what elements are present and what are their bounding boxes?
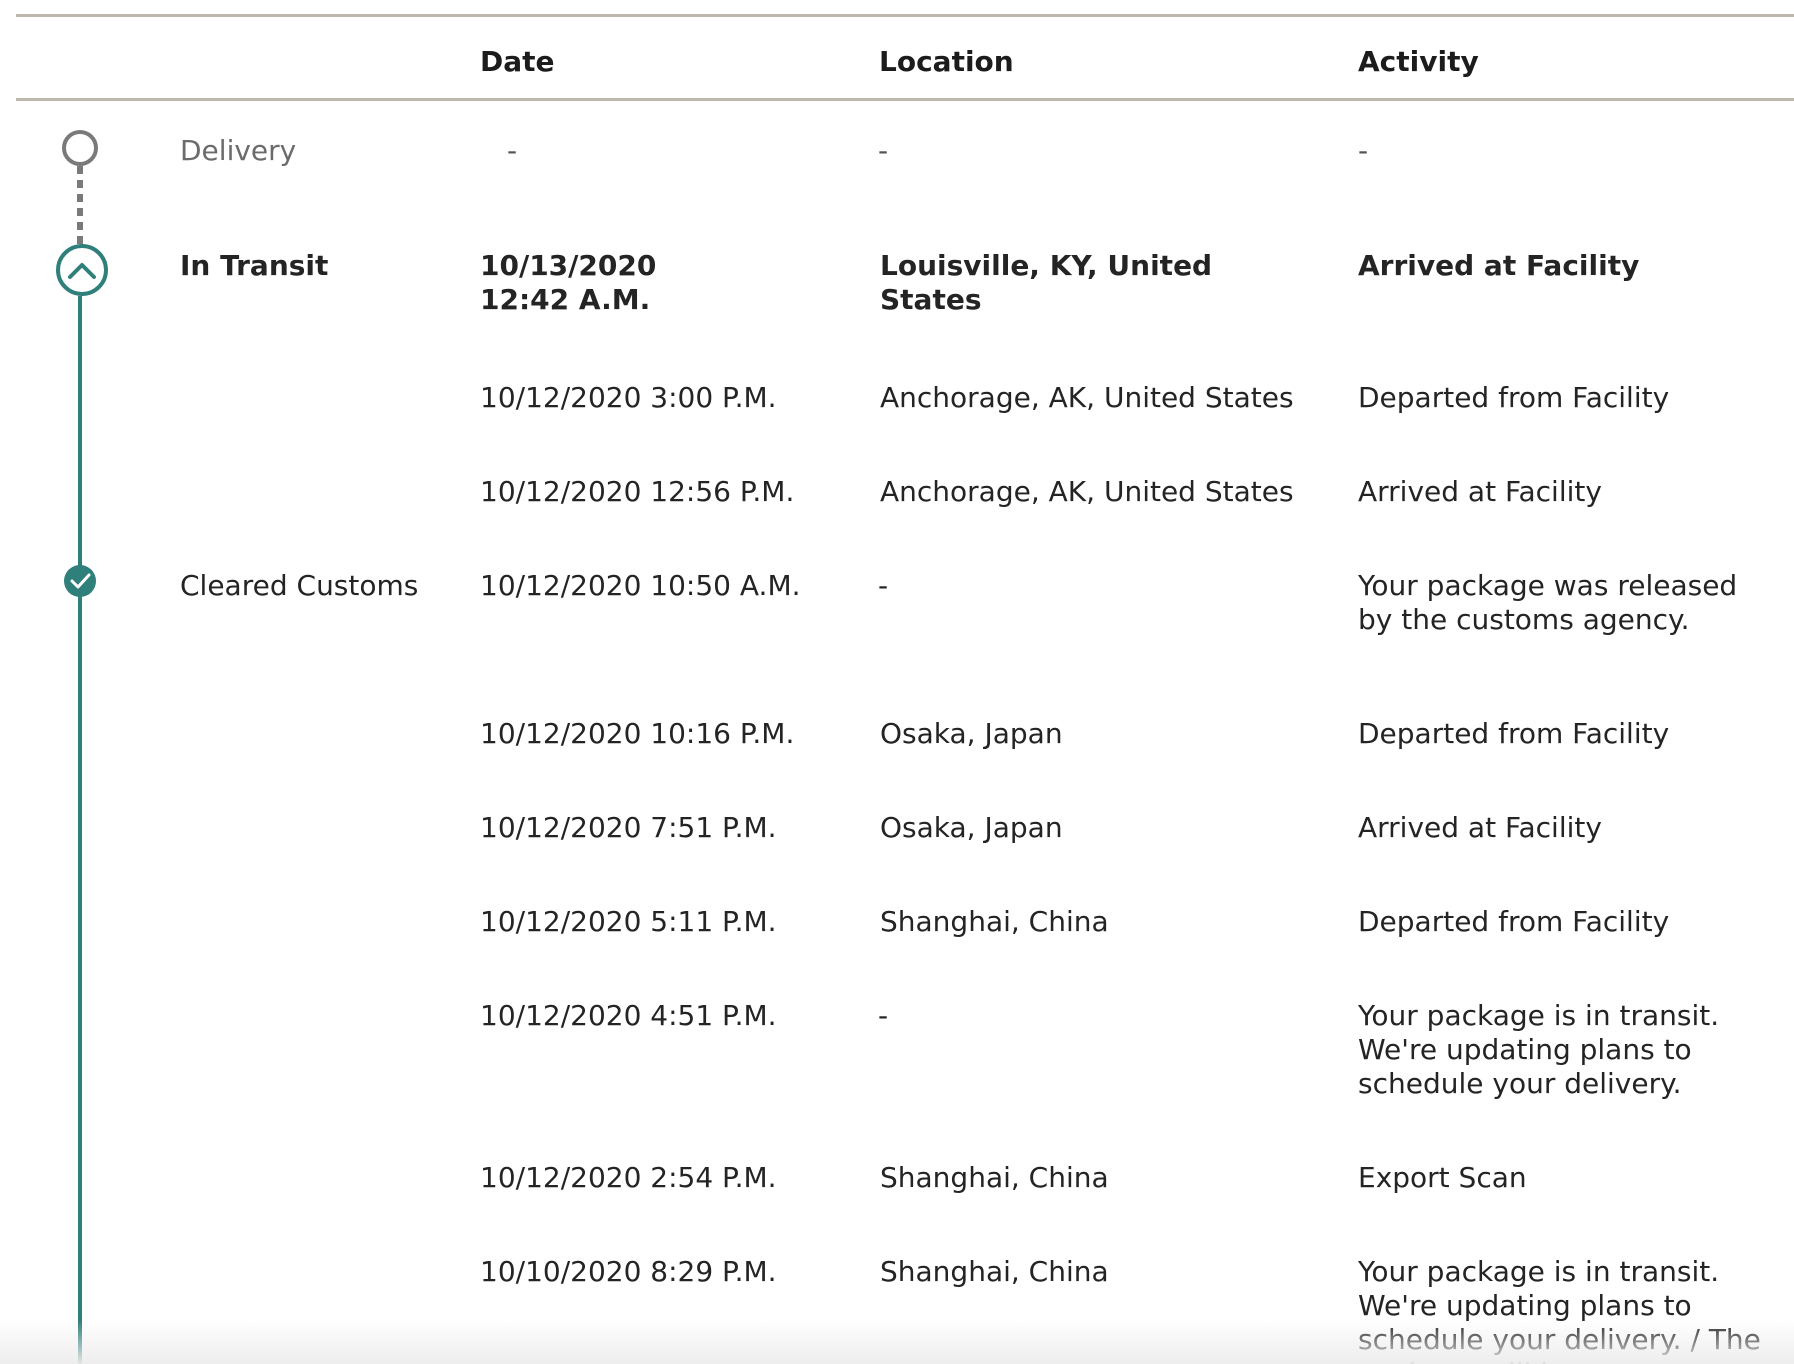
tracking-history-panel: Date Location Activity Delivery - - - In… xyxy=(0,0,1794,1364)
activity-column-header: Activity xyxy=(1358,45,1479,78)
event-location: Shanghai, China xyxy=(880,1161,1109,1194)
event-date: - xyxy=(507,134,518,167)
chevron-up-icon[interactable] xyxy=(56,244,108,296)
event-location: Shanghai, China xyxy=(880,905,1109,938)
event-location: Anchorage, AK, United States xyxy=(880,475,1294,508)
event-date-time: 12:42 A.M. xyxy=(480,283,651,316)
event-date: 10/12/2020 5:11 P.M. xyxy=(480,905,777,938)
progress-timeline xyxy=(0,0,170,1364)
date-column-header: Date xyxy=(480,45,555,78)
event-activity: Your package was released by the customs… xyxy=(1358,569,1738,636)
event-location: Anchorage, AK, United States xyxy=(880,381,1294,414)
milestone-status: Cleared Customs xyxy=(180,569,419,602)
event-activity: Arrived at Facility xyxy=(1358,811,1602,844)
table-header: Date Location Activity xyxy=(16,14,1794,101)
event-date: 10/12/2020 4:51 P.M. xyxy=(480,999,777,1032)
event-activity: - xyxy=(1358,134,1369,167)
event-location: Louisville, KY, United States xyxy=(880,249,1213,316)
event-activity: Departed from Facility xyxy=(1358,381,1670,414)
event-activity: Your package is in transit. We're updati… xyxy=(1358,999,1720,1100)
location-column-header: Location xyxy=(879,45,1014,78)
event-date: 10/13/2020 12:42 A.M. xyxy=(480,249,656,317)
event-date: 10/12/2020 7:51 P.M. xyxy=(480,811,777,844)
event-activity: Your package is in transit. We're updati… xyxy=(1358,1255,1761,1364)
event-activity: Departed from Facility xyxy=(1358,717,1670,750)
event-location: Shanghai, China xyxy=(880,1255,1109,1288)
empty-circle-icon xyxy=(62,130,98,166)
event-date-day: 10/13/2020 xyxy=(480,249,657,282)
event-date: 10/12/2020 10:16 P.M. xyxy=(480,717,795,750)
event-location: Osaka, Japan xyxy=(880,717,1063,750)
event-activity: Departed from Facility xyxy=(1358,905,1670,938)
checkmark-circle-icon xyxy=(64,565,96,597)
event-activity: Arrived at Facility xyxy=(1358,249,1640,282)
event-date: 10/12/2020 10:50 A.M. xyxy=(480,569,801,602)
event-date: 10/12/2020 2:54 P.M. xyxy=(480,1161,777,1194)
event-location: - xyxy=(878,999,889,1032)
event-date: 10/10/2020 8:29 P.M. xyxy=(480,1255,777,1288)
milestone-status: In Transit xyxy=(180,249,329,282)
event-location: Osaka, Japan xyxy=(880,811,1063,844)
milestone-status: Delivery xyxy=(180,134,297,167)
event-date: 10/12/2020 12:56 P.M. xyxy=(480,475,795,508)
event-location: - xyxy=(878,134,889,167)
event-activity: Export Scan xyxy=(1358,1161,1527,1194)
event-activity: Arrived at Facility xyxy=(1358,475,1602,508)
event-date: 10/12/2020 3:00 P.M. xyxy=(480,381,777,414)
event-location: - xyxy=(878,569,889,602)
